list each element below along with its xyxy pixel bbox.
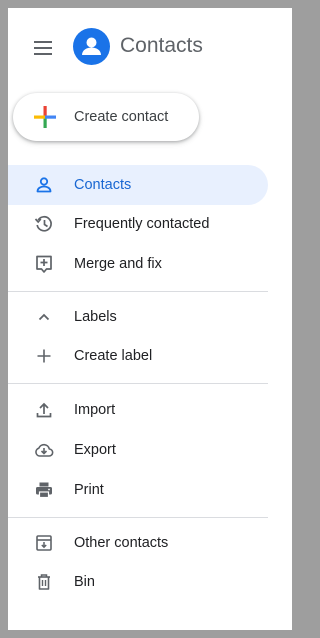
multicolor-plus-icon: [34, 106, 56, 128]
chevron-up-icon: [38, 313, 50, 321]
nav-item-bin[interactable]: Bin: [8, 562, 268, 602]
export-label: Export: [74, 442, 116, 458]
print-label: Print: [74, 482, 104, 498]
trash-icon: [38, 574, 50, 590]
import-label: Import: [74, 402, 116, 418]
sidebar-panel: Contacts Create contact Contacts Frequen…: [8, 8, 292, 630]
divider: [8, 383, 268, 384]
nav-item-label: Contacts: [74, 177, 132, 193]
nav-item-label: Other contacts: [74, 535, 169, 551]
merge-fix-icon: [36, 255, 52, 273]
create-contact-label: Create contact: [74, 109, 169, 125]
cloud-download-icon: [35, 443, 54, 457]
nav-item-other-contacts[interactable]: Other contacts: [8, 523, 268, 563]
import-button[interactable]: Import: [8, 390, 268, 430]
upload-icon: [36, 402, 52, 418]
create-contact-button[interactable]: Create contact: [13, 93, 199, 141]
history-icon: [34, 215, 52, 232]
nav-item-label: Merge and fix: [74, 256, 162, 272]
nav-item-label: Bin: [74, 574, 95, 590]
print-button[interactable]: Print: [8, 470, 268, 510]
plus-icon: [37, 349, 51, 363]
hamburger-menu-icon: [34, 41, 52, 55]
printer-icon: [36, 482, 52, 499]
labels-section-toggle[interactable]: Labels: [8, 297, 268, 337]
archive-icon: [36, 535, 52, 551]
create-label-button[interactable]: Create label: [8, 336, 268, 376]
create-label-label: Create label: [74, 348, 153, 364]
divider: [8, 291, 268, 292]
nav-item-contacts[interactable]: Contacts: [8, 165, 268, 205]
app-header: Contacts: [8, 8, 292, 84]
export-button[interactable]: Export: [8, 430, 268, 470]
nav-item-label: Frequently contacted: [74, 216, 210, 232]
divider: [8, 517, 268, 518]
nav-item-frequently-contacted[interactable]: Frequently contacted: [8, 204, 268, 244]
app-title: Contacts: [120, 34, 203, 57]
contacts-person-icon: [73, 28, 110, 65]
main-menu-button[interactable]: [26, 30, 62, 66]
nav-item-merge-and-fix[interactable]: Merge and fix: [8, 244, 268, 284]
person-outline-icon: [36, 177, 52, 193]
labels-heading: Labels: [74, 309, 117, 325]
